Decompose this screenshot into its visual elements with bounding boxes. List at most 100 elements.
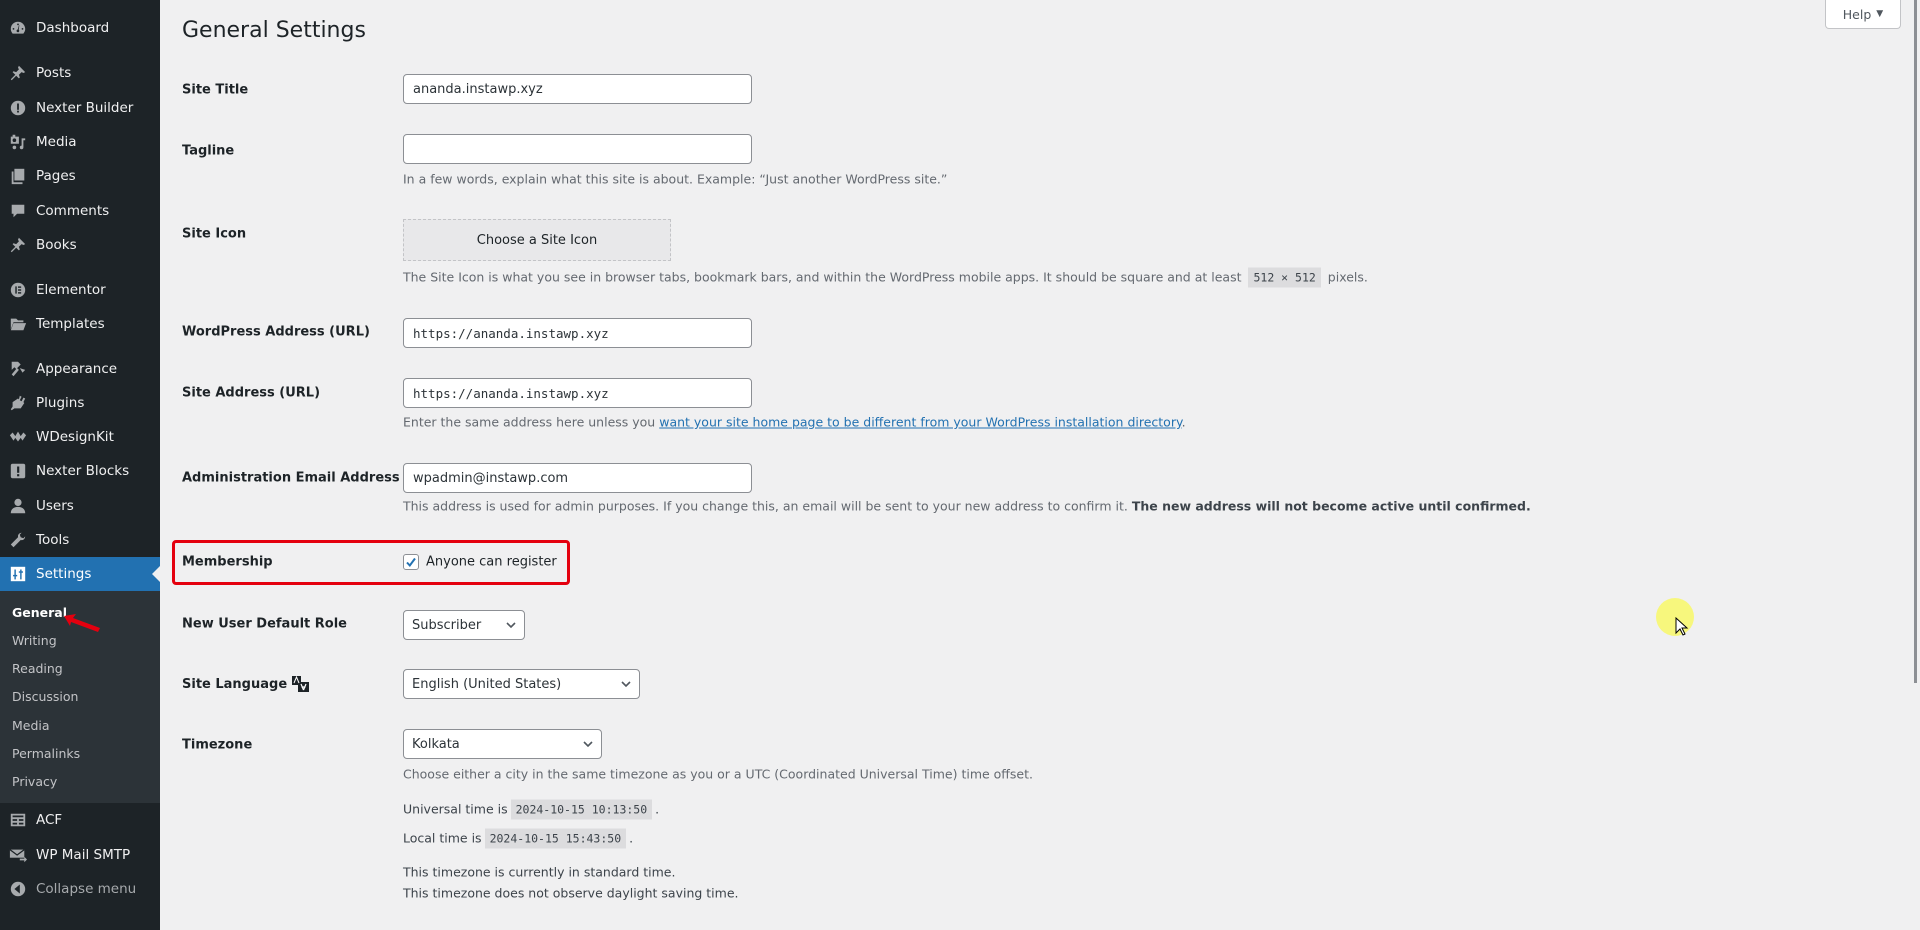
dashboard-icon	[8, 18, 28, 38]
sidebar-item-label: Posts	[36, 65, 72, 81]
default-role-select[interactable]: Subscriber	[403, 610, 525, 640]
submenu-item-permalinks[interactable]: Permalinks	[12, 746, 80, 761]
admin-email-description: This address is used for admin purposes.…	[403, 499, 1531, 514]
sidebar-item-label: Comments	[36, 203, 110, 219]
users-icon	[8, 496, 28, 516]
site-address-input[interactable]: https://ananda.instawp.xyz	[403, 378, 752, 408]
caret-down-icon: ▼	[1876, 9, 1884, 19]
submenu-item-reading[interactable]: Reading	[12, 661, 63, 676]
sidebar-item-label: Dashboard	[36, 20, 110, 36]
sidebar-item-label: Plugins	[36, 395, 85, 411]
help-button[interactable]: Help ▼	[1825, 0, 1901, 29]
sidebar-item-media[interactable]: Media	[0, 125, 160, 159]
default-role-value: Subscriber	[412, 617, 482, 633]
sidebar-item-appearance[interactable]: Appearance	[0, 352, 160, 386]
anyone-can-register-checkbox[interactable]	[403, 554, 419, 570]
paintbrush-icon	[8, 359, 28, 379]
site-title-value: ananda.instawp.xyz	[413, 81, 543, 97]
translation-icon	[292, 676, 310, 692]
media-icon	[8, 132, 28, 152]
chevron-down-icon	[583, 741, 593, 748]
timezone-label: Timezone	[182, 737, 253, 753]
universal-time: Universal time is 2024-10-15 10:13:50.	[403, 799, 659, 820]
page-title: General Settings	[182, 18, 366, 43]
site-language-select[interactable]: English (United States)	[403, 669, 640, 699]
mail-icon	[8, 845, 28, 865]
admin-email-description-text: This address is used for admin purposes.…	[403, 498, 1128, 514]
timezone-select[interactable]: Kolkata	[403, 729, 602, 759]
main-content: General Settings Help ▼ Site Title anand…	[160, 0, 1920, 930]
sidebar-item-label: Tools	[36, 532, 70, 548]
sidebar-item-label: WP Mail SMTP	[36, 847, 131, 863]
acf-icon	[8, 810, 28, 830]
site-address-help-link[interactable]: want your site home page to be different…	[659, 415, 1181, 430]
sidebar-item-label: Pages	[36, 168, 76, 184]
local-time-value: 2024-10-15 15:43:50	[484, 828, 627, 849]
choose-site-icon-button[interactable]: Choose a Site Icon	[403, 219, 671, 261]
wp-address-label: WordPress Address (URL)	[182, 324, 370, 340]
sidebar-item-nexter-builder[interactable]: Nexter Builder	[0, 91, 160, 125]
sidebar-item-label: Media	[36, 134, 77, 150]
site-icon-description: The Site Icon is what you see in browser…	[403, 267, 1368, 288]
submenu-item-privacy[interactable]: Privacy	[12, 774, 57, 789]
site-language-value: English (United States)	[412, 676, 562, 692]
chevron-down-icon	[506, 622, 516, 629]
local-time-label: Local time is	[403, 830, 482, 846]
site-icon-description-text: The Site Icon is what you see in browser…	[403, 269, 1242, 285]
sidebar-item-label: Elementor	[36, 282, 106, 298]
site-title-label: Site Title	[182, 82, 249, 98]
sidebar-item-comments[interactable]: Comments	[0, 194, 160, 228]
sidebar-item-label: Nexter Builder	[36, 100, 134, 116]
mouse-cursor-highlight	[1656, 598, 1694, 636]
admin-sidebar: Dashboard Posts Nexter Builder Media Pag…	[0, 0, 160, 930]
sidebar-item-label: Settings	[36, 566, 92, 582]
chevron-down-icon	[621, 681, 631, 688]
page-scrollbar[interactable]	[1914, 0, 1917, 683]
site-title-input[interactable]: ananda.instawp.xyz	[403, 74, 752, 104]
anyone-can-register-label[interactable]: Anyone can register	[426, 555, 557, 570]
admin-email-input[interactable]: wpadmin@instawp.com	[403, 463, 752, 493]
pin-icon	[8, 235, 28, 255]
site-address-description-text: Enter the same address here unless you	[403, 414, 656, 430]
sidebar-item-acf[interactable]: ACF	[0, 803, 160, 837]
sidebar-item-label: Books	[36, 237, 77, 253]
sidebar-item-settings[interactable]: Settings	[0, 557, 160, 591]
red-arrow-annotation-icon	[64, 614, 100, 632]
sidebar-item-nexter-blocks[interactable]: Nexter Blocks	[0, 454, 160, 488]
sidebar-item-dashboard[interactable]: Dashboard	[0, 11, 160, 45]
tagline-description: In a few words, explain what this site i…	[403, 171, 948, 187]
site-language-label: Site Language	[182, 676, 310, 692]
sidebar-item-label: Nexter Blocks	[36, 463, 130, 479]
admin-email-description-bold: The new address will not become active u…	[1131, 498, 1531, 514]
sidebar-item-templates[interactable]: Templates	[0, 307, 160, 341]
sidebar-item-pages[interactable]: Pages	[0, 159, 160, 193]
sidebar-item-wp-mail-smtp[interactable]: WP Mail SMTP	[0, 838, 160, 872]
sidebar-item-plugins[interactable]: Plugins	[0, 386, 160, 420]
nexter-blocks-icon	[8, 461, 28, 481]
sidebar-item-wdesignkit[interactable]: WDesignKit	[0, 420, 160, 454]
admin-email-label: Administration Email Address	[182, 470, 400, 486]
submenu-item-writing[interactable]: Writing	[12, 633, 57, 648]
folder-icon	[8, 314, 28, 334]
sidebar-item-label: Templates	[36, 316, 105, 332]
collapse-menu-button[interactable]: Collapse menu	[0, 872, 160, 906]
wp-address-input[interactable]: https://ananda.instawp.xyz	[403, 318, 752, 348]
site-address-label: Site Address (URL)	[182, 385, 321, 401]
site-icon-label: Site Icon	[182, 226, 247, 242]
site-icon-size-code: 512 × 512	[1248, 267, 1321, 288]
submenu-item-discussion[interactable]: Discussion	[12, 689, 78, 704]
submenu-item-general[interactable]: General	[12, 605, 67, 620]
site-address-description: Enter the same address here unless you w…	[403, 415, 1186, 430]
site-icon-description-suffix: pixels.	[1327, 269, 1368, 285]
sidebar-item-users[interactable]: Users	[0, 489, 160, 523]
sidebar-item-books[interactable]: Books	[0, 228, 160, 262]
submenu-item-media[interactable]: Media	[12, 718, 50, 733]
tagline-input[interactable]	[403, 134, 752, 164]
sidebar-item-posts[interactable]: Posts	[0, 56, 160, 90]
sidebar-item-label: WDesignKit	[36, 429, 114, 445]
sidebar-item-elementor[interactable]: Elementor	[0, 273, 160, 307]
sidebar-item-tools[interactable]: Tools	[0, 523, 160, 557]
timezone-description: Choose either a city in the same timezon…	[403, 766, 1033, 782]
standard-time-note: This timezone is currently in standard t…	[403, 864, 676, 880]
dst-note: This timezone does not observe daylight …	[403, 885, 739, 901]
